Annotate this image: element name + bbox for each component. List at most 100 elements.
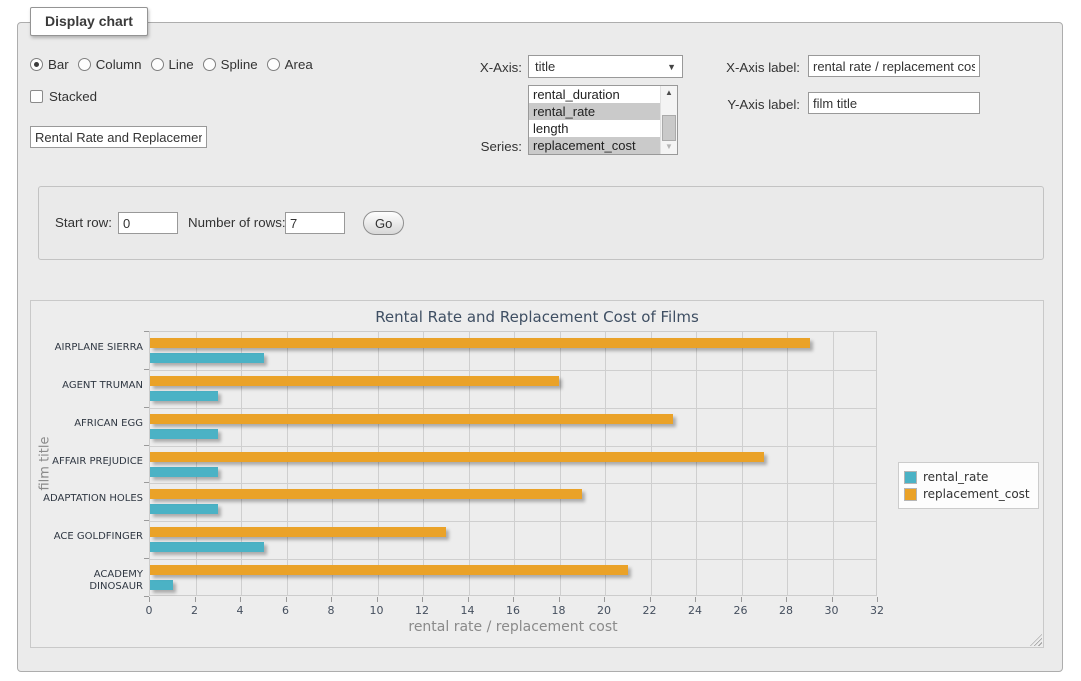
select-dropdown-arrow-icon: ▼ (667, 62, 676, 72)
grid-line-vertical (742, 332, 743, 595)
legend-label: replacement_cost (923, 487, 1030, 501)
y-axis-tick (144, 369, 149, 370)
x-tick-label: 26 (726, 604, 756, 617)
grid-line-vertical (287, 332, 288, 595)
grid-line-vertical (833, 332, 834, 595)
go-button[interactable]: Go (363, 211, 404, 235)
bar-rental_rate (150, 542, 264, 552)
y-axis-label-input[interactable] (808, 92, 980, 114)
x-axis-tick (604, 597, 605, 602)
fieldset-legend: Display chart (30, 7, 148, 36)
bar-replacement_cost (150, 565, 628, 575)
x-tick-label: 12 (407, 604, 437, 617)
stacked-checkbox-row[interactable]: Stacked (30, 89, 97, 104)
grid-line-vertical (514, 332, 515, 595)
series-option-length[interactable]: length (529, 120, 660, 137)
x-tick-label: 6 (271, 604, 301, 617)
x-tick-label: 30 (817, 604, 847, 617)
x-tick-label: 2 (180, 604, 210, 617)
scrollbar-up-arrow-icon[interactable]: ▲ (661, 86, 677, 100)
x-axis-tick (331, 597, 332, 602)
series-scrollbar[interactable]: ▲ ▼ (660, 86, 677, 154)
grid-line-vertical (196, 332, 197, 595)
number-of-rows-label: Number of rows: (188, 215, 286, 231)
page: Display chart Bar Column Line Spline Are… (0, 0, 1081, 681)
x-axis-selected-value: title (535, 59, 555, 74)
x-axis-tick (377, 597, 378, 602)
y-category-label: AFRICAN EGG (37, 418, 143, 430)
y-axis-tick (144, 520, 149, 521)
radio-line-icon[interactable] (151, 58, 164, 71)
legend-swatch-replacement_cost (904, 488, 917, 501)
series-option-rental-rate[interactable]: rental_rate (529, 103, 660, 120)
legend-item: replacement_cost (904, 487, 1030, 501)
radio-area-label: Area (285, 57, 313, 72)
number-of-rows-input[interactable] (285, 212, 345, 234)
y-axis-tick (144, 482, 149, 483)
series-multiselect[interactable]: rental_duration rental_rate length repla… (528, 85, 678, 155)
grid-line-vertical (696, 332, 697, 595)
x-axis-tick (741, 597, 742, 602)
x-axis-tick (195, 597, 196, 602)
series-option-rental-duration[interactable]: rental_duration (529, 86, 660, 103)
start-row-input[interactable] (118, 212, 178, 234)
grid-line-horizontal (150, 408, 876, 409)
x-tick-label: 22 (635, 604, 665, 617)
bar-replacement_cost (150, 414, 673, 424)
grid-line-vertical (378, 332, 379, 595)
y-axis-label-field-label: Y-Axis label: (718, 97, 800, 113)
x-axis-label-field-label: X-Axis label: (718, 60, 800, 76)
series-options: rental_duration rental_rate length repla… (529, 86, 660, 154)
legend-item: rental_rate (904, 470, 1030, 484)
chart-legend: rental_rate replacement_cost (898, 462, 1039, 509)
radio-column-icon[interactable] (78, 58, 91, 71)
x-tick-label: 14 (453, 604, 483, 617)
chart-type-radio-group: Bar Column Line Spline Area (30, 57, 313, 72)
scrollbar-down-arrow-icon[interactable]: ▼ (661, 140, 677, 154)
chart-title: Rental Rate and Replacement Cost of Film… (31, 308, 1043, 326)
grid-line-horizontal (150, 446, 876, 447)
y-category-label: AGENT TRUMAN (37, 380, 143, 392)
grid-line-vertical (651, 332, 652, 595)
x-axis-tick (650, 597, 651, 602)
radio-area[interactable]: Area (267, 57, 313, 72)
grid-line-vertical (332, 332, 333, 595)
x-tick-label: 4 (225, 604, 255, 617)
x-tick-label: 32 (862, 604, 892, 617)
stacked-checkbox[interactable] (30, 90, 43, 103)
x-tick-label: 24 (680, 604, 710, 617)
x-tick-label: 10 (362, 604, 392, 617)
scrollbar-thumb[interactable] (662, 115, 676, 141)
grid-line-vertical (605, 332, 606, 595)
bar-rental_rate (150, 391, 218, 401)
grid-line-horizontal (150, 521, 876, 522)
series-option-replacement-cost[interactable]: replacement_cost (529, 137, 660, 154)
x-tick-label: 16 (498, 604, 528, 617)
grid-line-vertical (469, 332, 470, 595)
radio-bar-label: Bar (48, 57, 69, 72)
bar-replacement_cost (150, 338, 810, 348)
radio-area-icon[interactable] (267, 58, 280, 71)
chart-resize-handle[interactable] (1030, 634, 1042, 646)
bar-rental_rate (150, 467, 218, 477)
chart-container: Rental Rate and Replacement Cost of Film… (30, 300, 1044, 648)
radio-bar-icon[interactable] (30, 58, 43, 71)
stacked-label: Stacked (49, 89, 97, 104)
radio-spline[interactable]: Spline (203, 57, 258, 72)
radio-line-label: Line (169, 57, 194, 72)
chart-x-axis-label: rental rate / replacement cost (149, 619, 877, 635)
y-category-label: AFFAIR PREJUDICE (37, 456, 143, 468)
x-axis-label-input[interactable] (808, 55, 980, 77)
x-axis-select[interactable]: title ▼ (528, 55, 683, 78)
x-axis-tick (559, 597, 560, 602)
radio-column-label: Column (96, 57, 142, 72)
radio-line[interactable]: Line (151, 57, 194, 72)
radio-bar[interactable]: Bar (30, 57, 69, 72)
x-axis-tick (240, 597, 241, 602)
y-axis-tick (144, 331, 149, 332)
radio-spline-icon[interactable] (203, 58, 216, 71)
x-axis-tick (286, 597, 287, 602)
series-select-label: Series: (478, 139, 522, 155)
radio-column[interactable]: Column (78, 57, 142, 72)
chart-title-input[interactable] (30, 126, 207, 148)
